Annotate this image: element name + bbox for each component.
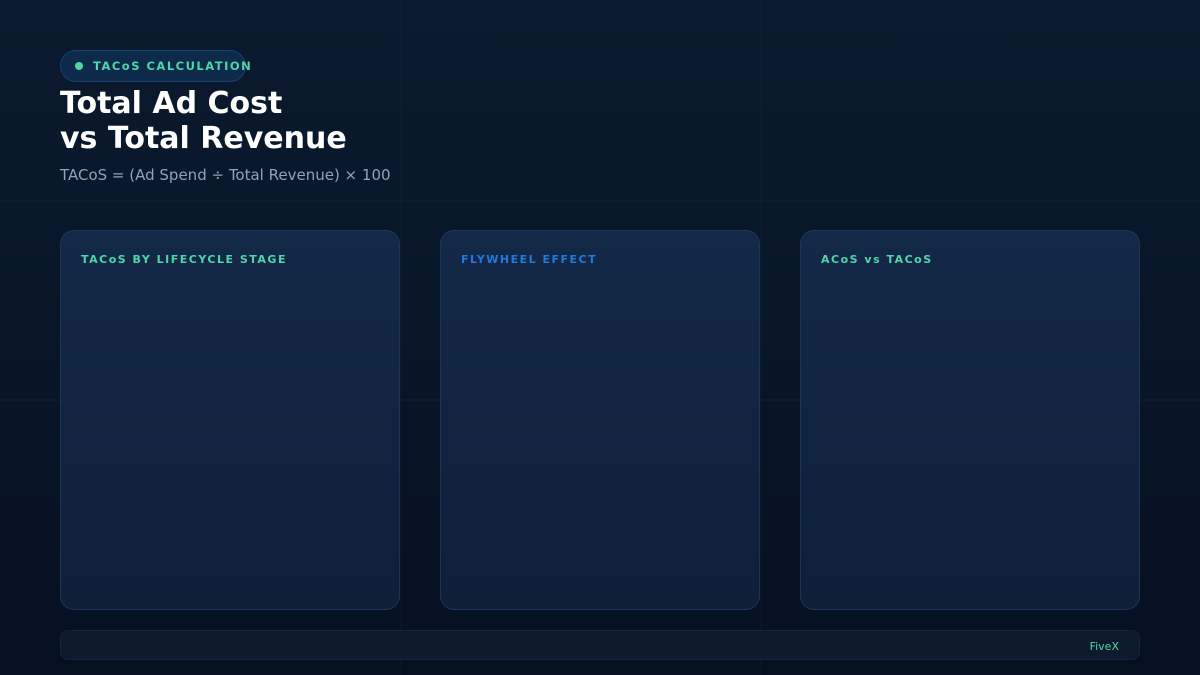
- card-title: FLYWHEEL EFFECT: [461, 253, 598, 266]
- status-dot-icon: [75, 62, 83, 70]
- page-title-line-1: Total Ad Cost: [60, 86, 283, 121]
- card-acos-vs-tacos: ACoS vs TACoS: [800, 230, 1140, 610]
- formula-subtitle: TACoS = (Ad Spend ÷ Total Revenue) × 100: [60, 166, 391, 184]
- card-tacos-lifecycle: TACoS BY LIFECYCLE STAGE: [60, 230, 400, 610]
- background-grid-line: [760, 0, 762, 675]
- footer-bar: FiveX: [60, 630, 1140, 660]
- section-badge: TACoS CALCULATION: [60, 50, 251, 82]
- page-title: Total Ad Cost vs Total Revenue: [60, 86, 347, 156]
- background-grid-line: [0, 200, 1200, 202]
- badge-label: TACoS CALCULATION: [93, 59, 253, 73]
- page-title-line-2: vs Total Revenue: [60, 121, 347, 156]
- card-title: ACoS vs TACoS: [821, 253, 933, 266]
- background-grid-line: [400, 0, 402, 675]
- card-flywheel-effect: FLYWHEEL EFFECT: [440, 230, 760, 610]
- card-title: TACoS BY LIFECYCLE STAGE: [81, 253, 287, 266]
- footer-brand: FiveX: [1089, 640, 1119, 653]
